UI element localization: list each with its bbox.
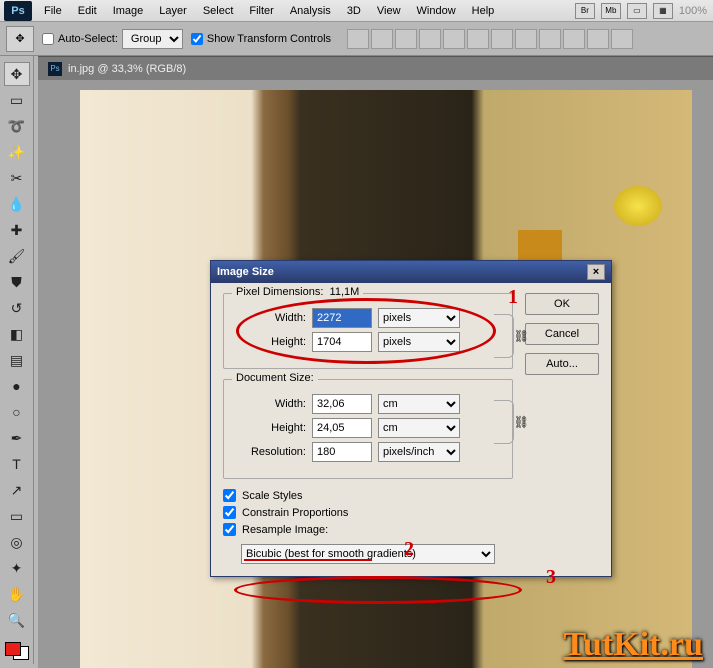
tools-panel: ✥ ▭ ➰ ✨ ✂ 💧 ✚ 🖌 ⛊ ↺ ◧ ▤ ● ○ ✒ T ↗ ▭ ◎ ✦ … [0, 56, 34, 664]
bridge-button[interactable]: Br [575, 3, 595, 19]
watermark: TutKit.ru [563, 626, 703, 664]
align-icon[interactable] [371, 29, 393, 49]
pen-tool[interactable]: ✒ [4, 426, 30, 450]
menu-3d[interactable]: 3D [339, 5, 369, 17]
pixel-height-unit[interactable]: pixels [378, 332, 460, 352]
wand-tool[interactable]: ✨ [4, 140, 30, 164]
type-tool[interactable]: T [4, 452, 30, 476]
resolution-unit[interactable]: pixels/inch [378, 442, 460, 462]
doc-width-input[interactable] [312, 394, 372, 414]
show-transform-label: Show Transform Controls [207, 33, 331, 45]
width-label: Width: [232, 312, 306, 324]
resample-checkbox[interactable] [223, 523, 236, 536]
marquee-tool[interactable]: ▭ [4, 88, 30, 112]
brush-tool[interactable]: 🖌 [4, 244, 30, 268]
menu-select[interactable]: Select [195, 5, 242, 17]
height-label: Height: [232, 336, 306, 348]
resolution-input[interactable] [312, 442, 372, 462]
distribute-icon[interactable] [539, 29, 561, 49]
align-icon[interactable] [419, 29, 441, 49]
doc-height-input[interactable] [312, 418, 372, 438]
align-icon[interactable] [395, 29, 417, 49]
menu-analysis[interactable]: Analysis [282, 5, 339, 17]
doc-width-unit[interactable]: cm [378, 394, 460, 414]
ok-button[interactable]: OK [525, 293, 599, 315]
blur-tool[interactable]: ● [4, 374, 30, 398]
resample-label: Resample Image: [242, 524, 328, 536]
distribute-icon[interactable] [515, 29, 537, 49]
stamp-tool[interactable]: ⛊ [4, 270, 30, 294]
dodge-tool[interactable]: ○ [4, 400, 30, 424]
show-transform-checkbox[interactable] [191, 33, 203, 45]
link-icon [494, 400, 514, 444]
path-tool[interactable]: ↗ [4, 478, 30, 502]
arrange-button[interactable]: ▦ [653, 3, 673, 19]
menu-bar: Ps File Edit Image Layer Select Filter A… [0, 0, 713, 22]
constrain-label: Constrain Proportions [242, 507, 348, 519]
doc-height-label: Height: [232, 422, 306, 434]
menu-file[interactable]: File [36, 5, 70, 17]
options-bar: ✥ Auto-Select: Group Show Transform Cont… [0, 22, 713, 56]
3d-camera-tool[interactable]: ✦ [4, 556, 30, 580]
resample-method-dropdown[interactable]: Bicubic (best for smooth gradients) [241, 544, 495, 564]
history-brush-tool[interactable]: ↺ [4, 296, 30, 320]
color-swatch[interactable] [5, 638, 29, 660]
cancel-button[interactable]: Cancel [525, 323, 599, 345]
dialog-title: Image Size [217, 266, 274, 278]
auto-button[interactable]: Auto... [525, 353, 599, 375]
ps-file-icon: Ps [48, 62, 62, 76]
menu-window[interactable]: Window [409, 5, 464, 17]
resolution-label: Resolution: [232, 446, 306, 458]
document-title: in.jpg @ 33,3% (RGB/8) [68, 63, 186, 75]
menu-layer[interactable]: Layer [151, 5, 195, 17]
gradient-tool[interactable]: ▤ [4, 348, 30, 372]
doc-size-label: Document Size: [232, 372, 318, 384]
zoom-tool[interactable]: 🔍 [4, 608, 30, 632]
link-icon [494, 314, 514, 358]
lasso-tool[interactable]: ➰ [4, 114, 30, 138]
constrain-checkbox[interactable] [223, 506, 236, 519]
align-icon[interactable] [443, 29, 465, 49]
mb-button[interactable]: Mb [601, 3, 621, 19]
distribute-icon[interactable] [491, 29, 513, 49]
heal-tool[interactable]: ✚ [4, 218, 30, 242]
dialog-titlebar[interactable]: Image Size × [211, 261, 611, 283]
screen-mode-button[interactable]: ▭ [627, 3, 647, 19]
distribute-icon[interactable] [587, 29, 609, 49]
app-logo: Ps [4, 1, 32, 21]
hand-tool[interactable]: ✋ [4, 582, 30, 606]
scale-styles-checkbox[interactable] [223, 489, 236, 502]
auto-select-checkbox[interactable] [42, 33, 54, 45]
scale-styles-label: Scale Styles [242, 490, 303, 502]
image-size-dialog: Image Size × OK Cancel Auto... Pixel Dim… [210, 260, 612, 577]
doc-width-label: Width: [232, 398, 306, 410]
zoom-percent: 100% [679, 5, 707, 17]
eyedropper-tool[interactable]: 💧 [4, 192, 30, 216]
pixel-height-input[interactable] [312, 332, 372, 352]
doc-height-unit[interactable]: cm [378, 418, 460, 438]
menu-filter[interactable]: Filter [241, 5, 281, 17]
pixel-dim-size: 11,1M [330, 286, 360, 298]
document-tab[interactable]: Ps in.jpg @ 33,3% (RGB/8) [38, 56, 713, 80]
menu-help[interactable]: Help [464, 5, 503, 17]
auto-select-dropdown[interactable]: Group [122, 29, 183, 49]
auto-select-label: Auto-Select: [58, 33, 118, 45]
eraser-tool[interactable]: ◧ [4, 322, 30, 346]
shape-tool[interactable]: ▭ [4, 504, 30, 528]
pixel-dim-label: Pixel Dimensions: [236, 286, 323, 298]
close-icon[interactable]: × [587, 264, 605, 280]
move-tool[interactable]: ✥ [4, 62, 30, 86]
distribute-icon[interactable] [611, 29, 633, 49]
menu-edit[interactable]: Edit [70, 5, 105, 17]
3d-tool[interactable]: ◎ [4, 530, 30, 554]
distribute-icon[interactable] [563, 29, 585, 49]
crop-tool[interactable]: ✂ [4, 166, 30, 190]
move-tool-icon: ✥ [6, 26, 34, 52]
menu-image[interactable]: Image [105, 5, 152, 17]
align-icon[interactable] [467, 29, 489, 49]
align-icon[interactable] [347, 29, 369, 49]
pixel-width-input[interactable] [312, 308, 372, 328]
menu-view[interactable]: View [369, 5, 409, 17]
pixel-width-unit[interactable]: pixels [378, 308, 460, 328]
